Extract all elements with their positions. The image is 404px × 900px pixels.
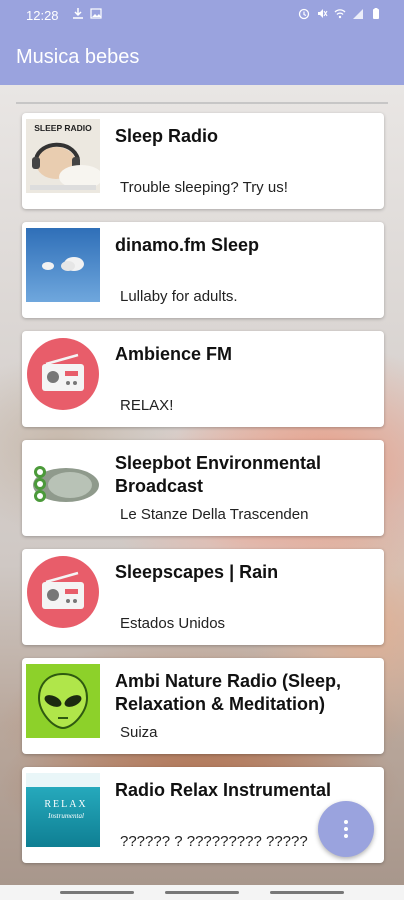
nav-back-handle[interactable]: [60, 891, 134, 894]
status-time: 12:28: [26, 8, 59, 23]
status-right-icons: [298, 7, 382, 20]
station-subtitle: Lullaby for adults.: [120, 288, 238, 305]
status-left-icons: [72, 7, 102, 20]
sleep-radio-logo: SLEEP RADIO: [26, 119, 100, 193]
wifi-icon: [334, 9, 346, 19]
station-subtitle: RELAX!: [120, 397, 174, 414]
station-title: Radio Relax Instrumental: [115, 780, 332, 800]
station-card[interactable]: Ambience FM RELAX!: [22, 331, 384, 427]
station-title: Ambi Nature Radio (Sleep, Relaxation & M…: [115, 671, 342, 714]
more-options-button[interactable]: [318, 801, 374, 857]
mute-icon: [318, 9, 328, 18]
download-icon: [73, 8, 83, 19]
relax-instrumental-logo: RELAX Instrumental: [26, 773, 100, 847]
station-title: dinamo.fm Sleep: [115, 235, 260, 255]
nav-home-handle[interactable]: [165, 891, 239, 894]
station-title: Sleep Radio: [115, 126, 219, 146]
station-subtitle: Suiza: [120, 724, 158, 741]
app-bar: Musica bebes: [0, 30, 404, 85]
station-card[interactable]: Sleepscapes | Rain Estados Unidos: [22, 549, 384, 645]
thumb-text: SLEEP RADIO: [34, 123, 92, 133]
list-divider: [16, 102, 388, 104]
clouds-sky-image: [26, 228, 100, 302]
battery-icon: [373, 8, 379, 19]
thumb-text: RELAX: [44, 799, 87, 810]
station-card[interactable]: Sleepbot Environmental Broadcast Le Stan…: [22, 440, 384, 536]
more-vert-icon: [344, 820, 348, 838]
navigation-bar: [0, 885, 404, 900]
station-subtitle: Estados Unidos: [120, 615, 226, 632]
station-subtitle: Trouble sleeping? Try us!: [120, 179, 288, 196]
station-card[interactable]: Ambi Nature Radio (Sleep, Relaxation & M…: [22, 658, 384, 754]
station-title: Sleepbot Environmental Broadcast: [115, 453, 322, 496]
thumb-text: Instrumental: [47, 812, 84, 820]
alarm-icon: [298, 8, 310, 20]
sleepbot-logo: [26, 446, 100, 520]
radio-icon: [26, 555, 100, 629]
signal-icon: [353, 9, 363, 19]
station-list[interactable]: SLEEP RADIO Sleep Radio Trouble sleeping…: [0, 85, 404, 885]
station-title: Sleepscapes | Rain: [115, 562, 279, 582]
radio-icon: [26, 337, 100, 411]
station-subtitle: Le Stanze Della Trascenden: [120, 506, 309, 523]
alien-face-image: [26, 664, 100, 738]
station-card[interactable]: SLEEP RADIO Sleep Radio Trouble sleeping…: [22, 113, 384, 209]
app-title: Musica bebes: [16, 46, 140, 68]
station-card[interactable]: dinamo.fm Sleep Lullaby for adults.: [22, 222, 384, 318]
image-icon: [90, 8, 102, 19]
station-title: Ambience FM: [115, 344, 233, 364]
status-bar: 12:28: [0, 0, 404, 30]
nav-recents-handle[interactable]: [270, 891, 344, 894]
